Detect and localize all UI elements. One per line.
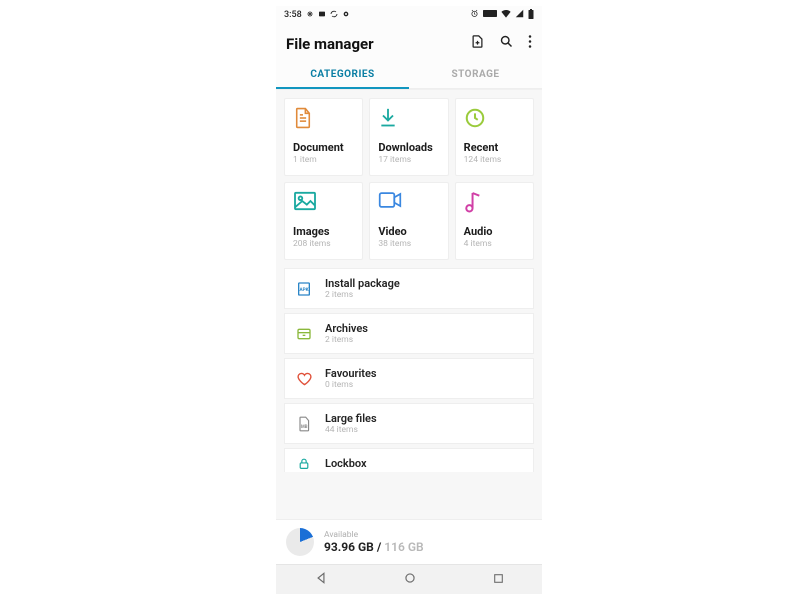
status-right: [470, 9, 534, 22]
nav-back-icon[interactable]: [302, 566, 340, 593]
card-images[interactable]: Images 208 items: [284, 182, 363, 260]
search-icon[interactable]: [499, 34, 514, 53]
list-archives[interactable]: Archives 2 items: [284, 313, 534, 354]
list-title: Lockbox: [325, 457, 367, 470]
status-bar: 3:58: [276, 6, 542, 24]
card-sub: 38 items: [378, 239, 439, 249]
card-audio[interactable]: Audio 4 items: [455, 182, 534, 260]
storage-sep: /: [374, 540, 384, 554]
status-time: 3:58: [284, 11, 302, 20]
header-actions: [470, 34, 532, 53]
apk-icon: APK: [295, 281, 313, 297]
new-file-icon[interactable]: [470, 34, 485, 53]
alarm-icon: [470, 9, 479, 21]
list-sub: 2 items: [325, 290, 400, 300]
signal-icon: [515, 9, 524, 21]
audio-icon: [464, 191, 525, 215]
card-title: Document: [293, 141, 354, 154]
document-icon: [293, 107, 354, 131]
image-icon: [293, 191, 354, 215]
card-document[interactable]: Document 1 item: [284, 98, 363, 176]
storage-pie-icon: [286, 528, 314, 556]
tab-storage[interactable]: STORAGE: [409, 61, 542, 88]
list-title: Large files: [325, 412, 377, 425]
list-sub: 0 items: [325, 380, 377, 390]
nav-recent-icon[interactable]: [480, 566, 517, 593]
card-sub: 17 items: [378, 155, 439, 165]
tab-categories[interactable]: CATEGORIES: [276, 61, 409, 88]
storage-available: 93.96 GB: [324, 540, 374, 554]
card-sub: 4 items: [464, 239, 525, 249]
phone-frame: 3:58: [276, 6, 542, 594]
battery-icon: [528, 9, 534, 22]
camera-icon: [342, 10, 350, 21]
system-navbar: [276, 564, 542, 594]
svg-text:APK: APK: [299, 287, 308, 293]
card-recent[interactable]: Recent 124 items: [455, 98, 534, 176]
tabs: CATEGORIES STORAGE: [276, 61, 542, 89]
message-icon: [318, 10, 326, 21]
category-list: APK Install package 2 items Archives 2 i…: [276, 268, 542, 484]
nav-home-icon[interactable]: [391, 566, 429, 593]
volte-icon: [483, 10, 497, 20]
storage-total: 116 GB: [384, 540, 423, 554]
list-title: Favourites: [325, 367, 377, 380]
download-icon: [378, 107, 439, 131]
list-install-package[interactable]: APK Install package 2 items: [284, 268, 534, 309]
list-title: Install package: [325, 277, 400, 290]
svg-text:MB: MB: [301, 425, 308, 430]
list-large-files[interactable]: MB Large files 44 items: [284, 403, 534, 444]
storage-text: Available 93.96 GB / 116 GB: [324, 530, 424, 554]
card-title: Downloads: [378, 141, 439, 154]
clock-icon: [464, 107, 525, 131]
card-title: Recent: [464, 141, 525, 154]
video-icon: [378, 191, 439, 215]
category-grid: Document 1 item Downloads 17 items Recen…: [276, 90, 542, 268]
large-file-icon: MB: [295, 416, 313, 432]
location-icon: [306, 10, 314, 21]
card-title: Audio: [464, 225, 525, 238]
list-sub: 2 items: [325, 335, 368, 345]
lock-icon: [295, 457, 313, 470]
app-header: File manager: [276, 24, 542, 61]
card-video[interactable]: Video 38 items: [369, 182, 448, 260]
wifi-icon: [501, 9, 511, 21]
card-title: Video: [378, 225, 439, 238]
list-lockbox[interactable]: Lockbox: [284, 448, 534, 472]
sync-icon: [330, 10, 338, 21]
status-left: 3:58: [284, 10, 350, 21]
more-icon[interactable]: [528, 34, 532, 53]
card-sub: 124 items: [464, 155, 525, 165]
archive-icon: [295, 327, 313, 341]
card-title: Images: [293, 225, 354, 238]
content-scroll[interactable]: Document 1 item Downloads 17 items Recen…: [276, 89, 542, 519]
storage-values: 93.96 GB / 116 GB: [324, 540, 424, 554]
list-sub: 44 items: [325, 425, 377, 435]
storage-label: Available: [324, 530, 424, 540]
list-title: Archives: [325, 322, 368, 335]
storage-summary[interactable]: Available 93.96 GB / 116 GB: [276, 519, 542, 564]
card-sub: 208 items: [293, 239, 354, 249]
card-sub: 1 item: [293, 155, 354, 165]
card-downloads[interactable]: Downloads 17 items: [369, 98, 448, 176]
app-title: File manager: [286, 35, 470, 53]
heart-icon: [295, 372, 313, 386]
list-favourites[interactable]: Favourites 0 items: [284, 358, 534, 399]
